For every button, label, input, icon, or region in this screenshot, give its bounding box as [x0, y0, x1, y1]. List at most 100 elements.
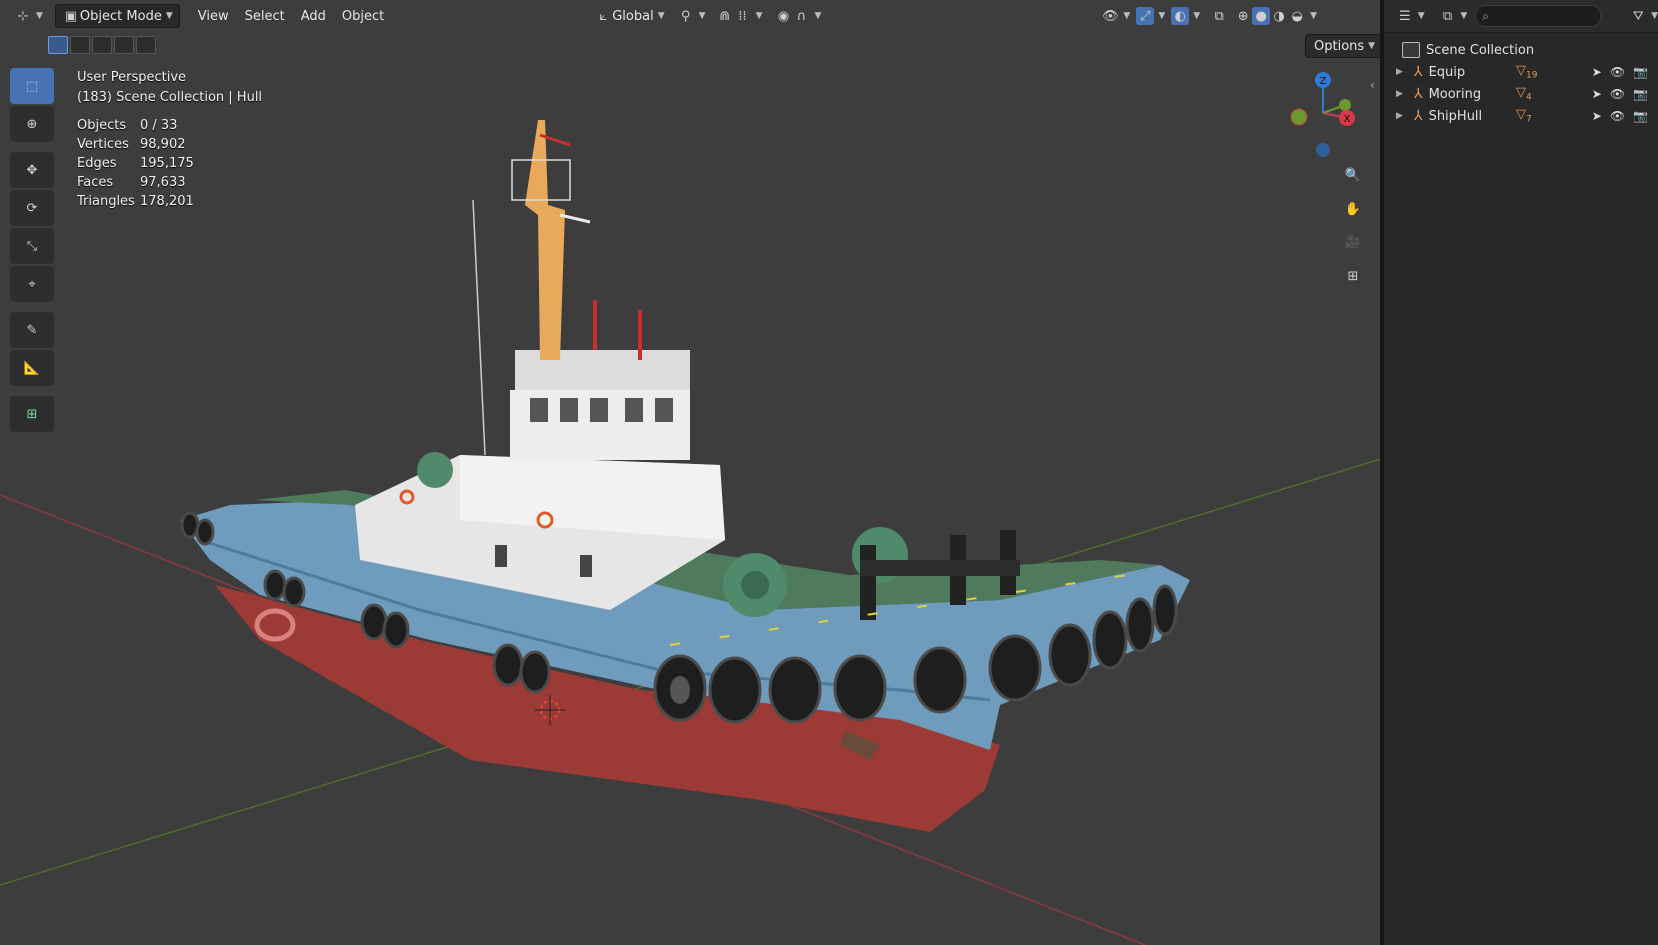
menu-select[interactable]: Select: [237, 9, 293, 24]
collapse-sidebar-icon[interactable]: ‹: [1370, 78, 1375, 92]
camera-render-icon[interactable]: 📷: [1633, 109, 1648, 123]
chevron-down-icon[interactable]: ▼: [1310, 11, 1317, 21]
gizmo-toggle-icon[interactable]: ⤢: [1136, 7, 1155, 25]
scale-tool[interactable]: ⤡: [10, 228, 54, 264]
editor-type-icon[interactable]: ☰: [1396, 7, 1414, 25]
outliner-item-shiphull[interactable]: ▶ ⅄ ShipHull ▽7 ➤ 👁 📷: [1384, 105, 1658, 127]
orientation-icon: ⟀: [599, 8, 608, 24]
filter-icon[interactable]: ⛛: [1629, 7, 1647, 25]
search-icon: ⌕: [1482, 8, 1490, 23]
row-toggles: ➤ 👁 📷: [1592, 65, 1648, 79]
snap-icon[interactable]: ⋒: [716, 7, 734, 25]
editor-type-icon[interactable]: ⊹: [14, 7, 32, 25]
collection-icon: [1402, 42, 1420, 58]
move-icon: ✥: [26, 162, 38, 178]
expand-arrow-icon[interactable]: ▶: [1396, 89, 1410, 99]
chevron-down-icon: ▼: [1368, 41, 1376, 51]
visibility-icon[interactable]: 👁: [1101, 7, 1119, 25]
chevron-down-icon[interactable]: ▼: [814, 11, 821, 21]
select-intersect-icon[interactable]: [136, 36, 156, 54]
transform-orientation-selector[interactable]: ⟀ Global ▼: [588, 5, 670, 27]
cursor-icon: ⊕: [26, 116, 38, 132]
outliner-panel: ☰ ▼ ⧉ ▼ ⌕ ⛛ ▼ Scene Collection ▶ ⅄ Equip ▽1…: [1384, 0, 1658, 945]
children-badge[interactable]: ▽7: [1516, 107, 1532, 125]
eye-icon[interactable]: 👁: [1610, 109, 1625, 123]
eye-icon[interactable]: 👁: [1610, 87, 1625, 101]
empty-object-icon: ⅄: [1414, 86, 1423, 102]
select-box-icon: ⬚: [25, 78, 39, 94]
tugboat-model: [180, 120, 1190, 832]
pan-view-button[interactable]: ✋: [1338, 194, 1368, 224]
view-name: User Perspective: [77, 70, 187, 85]
outliner-search-input[interactable]: ⌕: [1475, 5, 1602, 27]
chevron-down-icon[interactable]: ▼: [1193, 11, 1200, 21]
rotate-icon: ⟳: [26, 200, 38, 216]
stat-row: Faces 97,633: [77, 175, 186, 190]
chevron-down-icon[interactable]: ▼: [1651, 11, 1658, 21]
chevron-down-icon[interactable]: ▼: [699, 11, 706, 21]
expand-arrow-icon[interactable]: ▶: [1396, 67, 1410, 77]
eye-icon[interactable]: 👁: [1610, 65, 1625, 79]
options-button[interactable]: Options ▼: [1305, 34, 1384, 58]
measure-tool[interactable]: 📐: [10, 350, 54, 386]
display-mode-icon[interactable]: ⧉: [1439, 7, 1457, 25]
selectable-toggle-icon[interactable]: ➤: [1592, 87, 1602, 101]
move-tool[interactable]: ✥: [10, 152, 54, 188]
selectable-toggle-icon[interactable]: ➤: [1592, 65, 1602, 79]
chevron-down-icon[interactable]: ▼: [1123, 11, 1130, 21]
transform-orientation-label: Global: [612, 8, 654, 24]
gizmo-z-label: Z: [1320, 76, 1327, 87]
xray-icon[interactable]: ⧉: [1210, 7, 1228, 25]
annotate-tool[interactable]: ✎: [10, 312, 54, 348]
navigation-gizmo[interactable]: Z X: [1285, 68, 1360, 163]
object-mode-icon: ▣: [64, 8, 78, 24]
snap-target-icon[interactable]: ⁞⁞: [734, 7, 752, 25]
measure-icon: 📐: [23, 360, 41, 376]
menu-view[interactable]: View: [190, 9, 237, 24]
pivot-point-icon[interactable]: ⚲: [677, 7, 695, 25]
select-new-icon[interactable]: [48, 36, 68, 54]
zoom-view-button[interactable]: 🔍: [1338, 160, 1368, 190]
camera-view-button[interactable]: 🎥: [1338, 227, 1368, 257]
mode-selector[interactable]: ▣ Object Mode ▼: [54, 4, 180, 28]
add-cube-tool[interactable]: ⊞: [10, 396, 54, 432]
ortho-toggle-button[interactable]: ⊞: [1338, 261, 1368, 291]
chevron-down-icon[interactable]: ▼: [1158, 11, 1165, 21]
camera-render-icon[interactable]: 📷: [1633, 87, 1648, 101]
wireframe-shading-icon[interactable]: ⊕: [1234, 7, 1252, 25]
chevron-down-icon[interactable]: ▼: [756, 11, 763, 21]
falloff-icon[interactable]: ∩: [792, 7, 810, 25]
outliner-item-equip[interactable]: ▶ ⅄ Equip ▽19 ➤ 👁 📷: [1384, 61, 1658, 83]
menu-object[interactable]: Object: [334, 9, 392, 24]
3d-viewport[interactable]: ⊹ ▼ ▣ Object Mode ▼ View Select Add Objec…: [0, 0, 1384, 945]
select-subtract-icon[interactable]: [92, 36, 112, 54]
rendered-shading-icon[interactable]: ◒: [1288, 7, 1306, 25]
select-difference-icon[interactable]: [114, 36, 134, 54]
material-shading-icon[interactable]: ◑: [1270, 7, 1288, 25]
tool-shelf: ⬚ ⊕ ✥ ⟳ ⤡ ⌖ ✎ 📐 ⊞: [10, 68, 56, 434]
solid-shading-icon[interactable]: ●: [1252, 7, 1271, 25]
chevron-down-icon[interactable]: ▼: [36, 11, 43, 21]
rotate-tool[interactable]: ⟳: [10, 190, 54, 226]
expand-arrow-icon[interactable]: ▶: [1396, 111, 1410, 121]
cursor-tool[interactable]: ⊕: [10, 106, 54, 142]
transform-tool[interactable]: ⌖: [10, 266, 54, 302]
children-badge[interactable]: ▽19: [1516, 63, 1537, 81]
scene-collection-row[interactable]: Scene Collection: [1384, 39, 1658, 61]
selectable-toggle-icon[interactable]: ➤: [1592, 109, 1602, 123]
scene-collection-label: Scene Collection: [1426, 42, 1535, 58]
proportional-editing-icon[interactable]: ◉: [774, 7, 792, 25]
chevron-down-icon: ▼: [657, 11, 665, 21]
menu-add[interactable]: Add: [293, 9, 334, 24]
overlays-icon[interactable]: ◐: [1171, 7, 1190, 25]
select-extend-icon[interactable]: [70, 36, 90, 54]
scale-icon: ⤡: [26, 238, 38, 254]
add-cube-icon: ⊞: [26, 406, 38, 422]
row-toggles: ➤ 👁 📷: [1592, 109, 1648, 123]
children-badge[interactable]: ▽4: [1516, 85, 1532, 103]
select-box-tool[interactable]: ⬚: [10, 68, 54, 104]
camera-render-icon[interactable]: 📷: [1633, 65, 1648, 79]
chevron-down-icon[interactable]: ▼: [1418, 11, 1425, 21]
outliner-item-mooring[interactable]: ▶ ⅄ Mooring ▽4 ➤ 👁 📷: [1384, 83, 1658, 105]
chevron-down-icon[interactable]: ▼: [1460, 11, 1467, 21]
